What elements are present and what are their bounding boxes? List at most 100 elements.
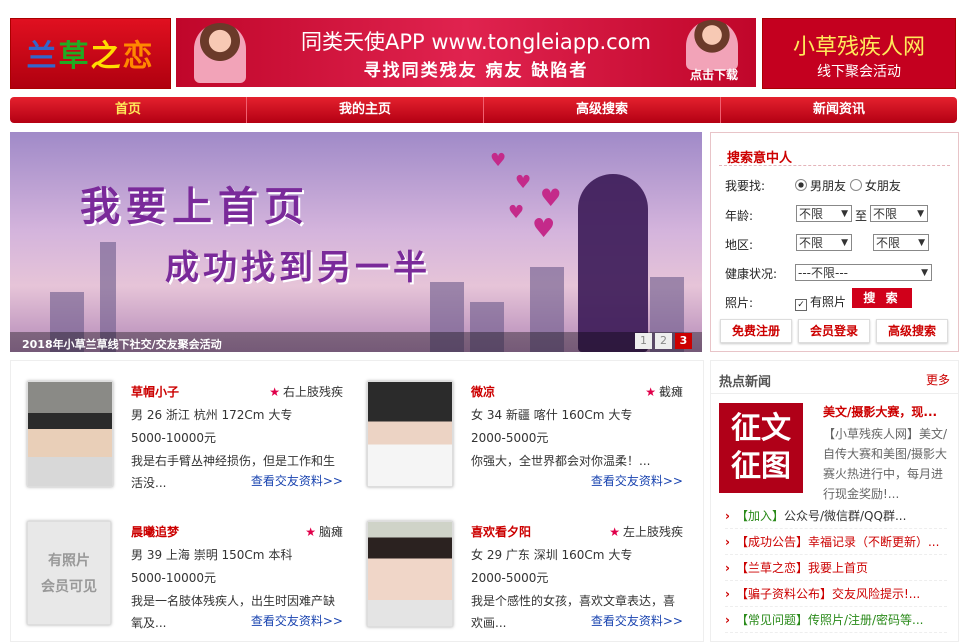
login-button[interactable]: 会员登录 [798, 319, 870, 343]
member-income: 2000-5000元 [471, 431, 549, 445]
member-card[interactable]: 有照片 会员可见 晨曦追梦 ★ 脑瘫 男 39 上海 崇明 150Cm 本科 500… [11, 501, 343, 631]
news-item[interactable]: 【成功公告】幸福记录（不断更新）... [725, 530, 947, 555]
star-icon: ★ [269, 385, 280, 399]
news-item-text: 交友风险提示!... [831, 587, 921, 601]
news-item-text: 传照片/注册/密码等... [807, 613, 924, 627]
slider-caption-bar: 2018年小草兰草线下社交/交友聚会活动 [10, 332, 702, 352]
region-province-select[interactable]: 不限 [796, 234, 852, 252]
ad-title: 小草残疾人网 [792, 35, 925, 60]
member-income: 5000-10000元 [131, 431, 217, 445]
age-from-select[interactable]: 不限 [796, 205, 852, 223]
news-item-text: 我要上首页 [807, 561, 868, 575]
slider-page-1[interactable]: 1 [635, 333, 652, 349]
region-city-select[interactable]: 不限 [873, 234, 929, 252]
member-photo[interactable] [367, 521, 453, 627]
member-more-link[interactable]: 查看交友资料>> [586, 612, 683, 629]
news-item[interactable]: 【兰草之恋】我要上首页 [725, 556, 947, 581]
dancing-couple-icon [686, 20, 738, 70]
find-options: 男朋友 女朋友 [795, 177, 901, 194]
placeholder-line-2: 会员可见 [41, 579, 97, 595]
member-tag-text: 脑瘫 [318, 525, 343, 539]
search-panel: 搜索意中人 我要找: 男朋友 女朋友 年龄: 不限 至 不限 地区: 不限 不限… [710, 132, 959, 352]
slider-page-2[interactable]: 2 [655, 333, 672, 349]
banner-subtitle: 寻找同类残友 病友 缺陷者 [363, 61, 589, 81]
slider-page-3[interactable]: 3 [675, 333, 692, 349]
member-more-link[interactable]: 查看交友资料>> [246, 472, 343, 489]
ad-subtitle: 线下聚会活动 [817, 64, 901, 80]
feature-news-image[interactable]: 征文 征图 [719, 403, 803, 493]
member-card[interactable]: 微凉 ★ 截瘫 女 34 新疆 喀什 160Cm 大专 2000-5000元 你强… [351, 361, 683, 491]
news-item-tag: 【兰草之恋】 [735, 561, 808, 575]
search-button[interactable]: 搜 索 [852, 288, 912, 308]
member-more-link[interactable]: 查看交友资料>> [246, 612, 343, 629]
banner-download-link[interactable]: 点击下载 [690, 66, 738, 83]
has-photo-label: 有照片 [810, 295, 847, 309]
radio-boyfriend-label: 男朋友 [810, 179, 847, 193]
member-tag-text: 截瘫 [658, 385, 683, 399]
member-tag-text: 左上肢残疾 [622, 525, 683, 539]
placeholder-line-1: 有照片 [48, 553, 90, 569]
member-name[interactable]: 晨曦追梦 [131, 523, 179, 540]
member-info: 男 26 浙江 杭州 172Cm 大专 [131, 408, 293, 422]
slider-pager: 1 2 3 [635, 333, 692, 349]
health-label: 健康状况: [725, 267, 778, 281]
has-photo-checkbox[interactable]: ✓ [795, 299, 807, 311]
member-list: 草帽小子 ★ 右上肢残疾 男 26 浙江 杭州 172Cm 大专 5000-100… [10, 360, 704, 642]
slider-caption[interactable]: 2018年小草兰草线下社交/交友聚会活动 [22, 336, 222, 352]
nav-news[interactable]: 新闻资讯 [720, 97, 957, 123]
member-more-link[interactable]: 查看交友资料>> [586, 472, 683, 489]
member-info: 女 34 新疆 喀什 160Cm 大专 [471, 408, 633, 422]
couple-silhouette [578, 174, 648, 352]
member-name[interactable]: 喜欢看夕阳 [471, 523, 531, 540]
member-tag: ★ 脑瘫 [305, 523, 343, 540]
member-info: 女 29 广东 深圳 160Cm 大专 [471, 548, 633, 562]
member-card[interactable]: 草帽小子 ★ 右上肢残疾 男 26 浙江 杭州 172Cm 大专 5000-100… [11, 361, 343, 491]
radio-boyfriend[interactable] [795, 179, 807, 191]
member-name[interactable]: 微凉 [471, 383, 495, 400]
main-nav: 首页 我的主页 高级搜索 新闻资讯 [10, 97, 957, 123]
has-photo-option: ✓ 有照片 [795, 293, 846, 311]
news-item[interactable]: 【加入】公众号/微信群/QQ群... [725, 504, 947, 529]
health-select[interactable]: ---不限--- [795, 264, 932, 282]
nav-home[interactable]: 首页 [10, 97, 246, 123]
feature-img-line-1: 征文 [731, 411, 791, 446]
feature-news-body: 【小草残疾人网】美文/自传大赛和美图/摄影大赛火热进行中，每月进行现金奖励!..… [823, 427, 948, 501]
register-button[interactable]: 免费注册 [720, 319, 792, 343]
member-photo-placeholder[interactable]: 有照片 会员可见 [27, 521, 111, 625]
banner-title: 同类天使APP www.tongleiapp.com [300, 30, 651, 54]
advanced-search-button[interactable]: 高级搜索 [876, 319, 948, 343]
radio-girlfriend-label: 女朋友 [864, 179, 901, 193]
news-item-text: 公众号/微信群/QQ群... [783, 509, 907, 523]
app-banner[interactable]: 同类天使APP www.tongleiapp.com 寻找同类残友 病友 缺陷者… [176, 18, 756, 87]
member-tag: ★ 截瘫 [645, 383, 683, 400]
member-tag: ★ 右上肢残疾 [269, 383, 343, 400]
nav-my-page[interactable]: 我的主页 [246, 97, 483, 123]
hot-news-panel: 热点新闻 更多 征文 征图 美文/摄影大赛，现... 【小草残疾人网】美文/自传大… [710, 360, 959, 642]
news-item-tag: 【加入】 [735, 509, 784, 523]
age-to-word: 至 [855, 209, 868, 223]
star-icon: ★ [609, 525, 620, 539]
member-income: 2000-5000元 [471, 571, 549, 585]
news-item-tag: 【成功公告】 [735, 535, 808, 549]
feature-img-line-2: 征图 [731, 449, 791, 484]
news-title: 热点新闻 [719, 375, 772, 390]
feature-news-title[interactable]: 美文/摄影大赛，现... [823, 403, 937, 420]
member-photo[interactable] [27, 381, 113, 487]
photo-label: 照片: [725, 296, 754, 310]
search-title: 搜索意中人 [727, 151, 793, 166]
news-more-link[interactable]: 更多 [926, 371, 950, 388]
find-label: 我要找: [725, 179, 766, 193]
radio-girlfriend[interactable] [849, 179, 862, 191]
member-card[interactable]: 喜欢看夕阳 ★ 左上肢残疾 女 29 广东 深圳 160Cm 大专 2000-50… [351, 501, 683, 631]
news-item[interactable]: 【骗子资料公布】交友风险提示!... [725, 582, 947, 607]
age-to-select[interactable]: 不限 [870, 205, 928, 223]
region-label: 地区: [725, 238, 754, 252]
promo-slider[interactable]: ♥ ♥ ♥ ♥ ♥ 我要上首页 成功找到另一半 2018年小草兰草线下社交/交友… [10, 132, 702, 352]
member-photo[interactable] [367, 381, 453, 487]
offline-event-ad[interactable]: 小草残疾人网 线下聚会活动 [762, 18, 956, 89]
nav-advanced-search[interactable]: 高级搜索 [483, 97, 720, 123]
news-item-text: 幸福记录（不断更新）... [807, 535, 940, 549]
member-name[interactable]: 草帽小子 [131, 383, 179, 400]
news-item[interactable]: 【常见问题】传照片/注册/密码等... [725, 608, 947, 633]
site-logo[interactable]: 兰草之恋 [10, 18, 171, 89]
